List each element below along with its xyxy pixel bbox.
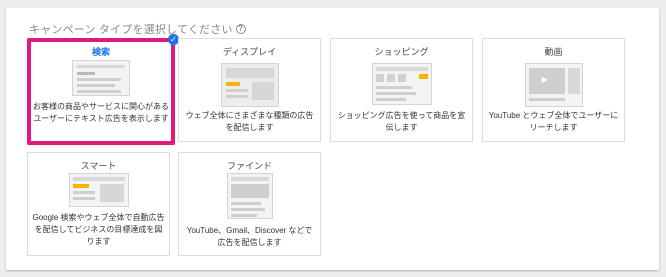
find-thumbnail-icon: [226, 173, 273, 219]
heading-text: キャンペーン タイプを選択してください: [29, 24, 233, 36]
play-icon: ▶: [541, 75, 548, 84]
campaign-type-smart-card[interactable]: スマート Google 検索やウェブ全体で自動広告を配信してビジネスの目標達成を…: [27, 152, 170, 256]
card-desc-display: ウェブ全体にさまざまな種類の広告を配信します: [185, 111, 314, 132]
card-title-video: 動画: [544, 47, 563, 57]
card-desc-smart: Google 検索やウェブ全体で自動広告を配信してビジネスの目標達成を図ります: [32, 213, 165, 246]
card-title-find: ファインド: [226, 161, 272, 171]
video-thumbnail-icon: ▶: [524, 63, 583, 107]
display-thumbnail-icon: [220, 63, 279, 107]
campaign-type-heading: キャンペーン タイプを選択してください ?: [29, 21, 246, 37]
card-desc-search: お客様の商品やサービスに関心があるユーザーにテキスト広告を表示します: [33, 102, 169, 123]
campaign-type-shopping-card[interactable]: ショッピング ショッピング広告を使って商品を宣伝します: [330, 38, 473, 142]
card-desc-find: YouTube、Gmail、Discover などで広告を配信します: [186, 226, 313, 247]
campaign-type-search-card[interactable]: ✓ 検索 お客様の商品やサービスに関心があるユーザーにテキスト広告を表示します: [27, 34, 179, 145]
shopping-thumbnail-icon: [371, 63, 432, 105]
card-title-search: 検索: [91, 47, 110, 57]
smart-thumbnail-icon: [68, 173, 129, 207]
campaign-type-panel: キャンペーン タイプを選択してください ? ✓ 検索 お客様の商品やサービスに関…: [6, 8, 659, 270]
card-desc-shopping: ショッピング広告を使って商品を宣伝します: [337, 111, 466, 132]
search-thumbnail-icon: [72, 60, 130, 96]
card-title-shopping: ショッピング: [374, 47, 429, 57]
campaign-type-find-card[interactable]: ファインド YouTube、Gmail、Discover などで広告を配信します: [178, 152, 321, 256]
card-title-smart: スマート: [80, 161, 117, 171]
campaign-type-display-card[interactable]: ディスプレイ ウェブ全体にさまざまな種類の広告を配信します: [178, 38, 321, 142]
card-title-display: ディスプレイ: [222, 47, 277, 57]
card-desc-video: YouTube とウェブ全体でユーザーにリーチします: [488, 111, 619, 132]
campaign-type-video-card[interactable]: 動画 ▶ YouTube とウェブ全体でユーザーにリーチします: [482, 38, 625, 142]
help-icon[interactable]: ?: [235, 24, 246, 34]
